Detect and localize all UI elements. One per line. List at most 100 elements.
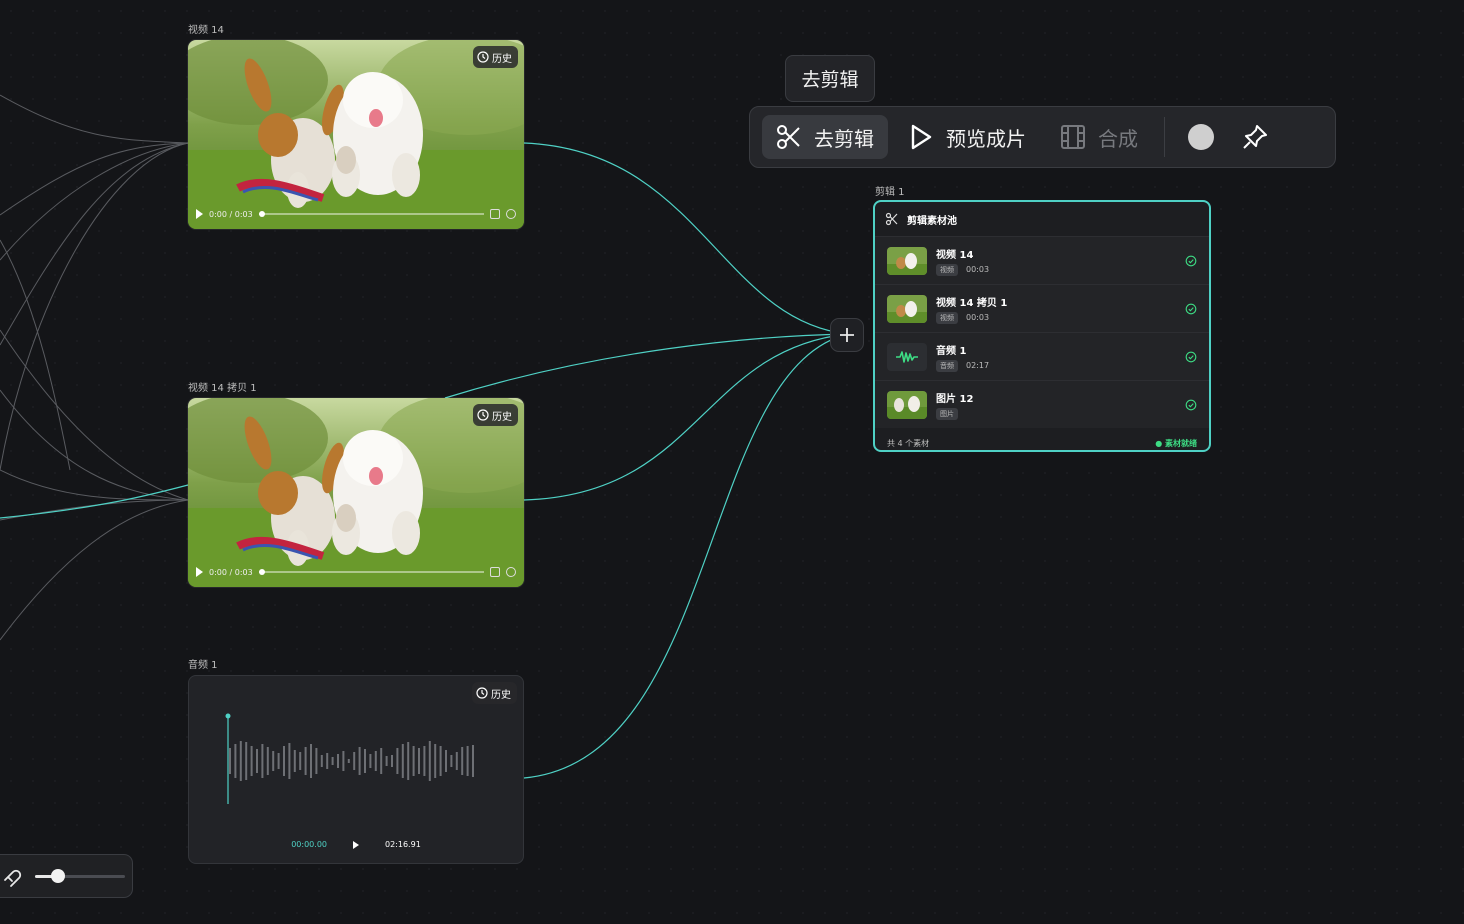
waveform-bar bbox=[401, 744, 404, 778]
video-progress[interactable] bbox=[258, 211, 484, 217]
item-duration: 02:17 bbox=[966, 361, 990, 370]
waveform-bar bbox=[423, 746, 426, 776]
magnet-icon[interactable] bbox=[1, 866, 23, 888]
list-item[interactable]: 音频 1 音频 02:17 bbox=[875, 332, 1209, 380]
item-name: 视频 14 拷贝 1 bbox=[936, 297, 1008, 309]
mute-icon[interactable] bbox=[490, 209, 500, 219]
history-icon bbox=[477, 51, 489, 63]
waveform-bar bbox=[455, 752, 458, 770]
preview-button[interactable]: 预览成片 bbox=[894, 115, 1040, 159]
film-icon bbox=[1061, 125, 1085, 149]
waveform-bar bbox=[396, 748, 399, 774]
waveform-bar bbox=[407, 742, 410, 780]
audio-current-time: 00:00.00 bbox=[291, 840, 327, 849]
waveform-bar bbox=[337, 754, 339, 768]
waveform-bar bbox=[364, 749, 366, 773]
waveform-bar bbox=[283, 746, 285, 776]
waveform-bar bbox=[304, 747, 307, 775]
item-name: 视频 14 bbox=[936, 249, 974, 261]
check-circle-icon bbox=[1185, 303, 1197, 314]
scissors-icon bbox=[777, 125, 800, 149]
preview-label: 预览成片 bbox=[946, 126, 1026, 151]
waveform-bar bbox=[315, 748, 318, 774]
history-label: 历史 bbox=[492, 411, 512, 423]
compose-button[interactable]: 合成 bbox=[1046, 115, 1152, 159]
video-controls: 0:00 / 0:03 bbox=[196, 565, 516, 579]
waveform-bar bbox=[272, 751, 275, 771]
color-button[interactable] bbox=[1177, 115, 1225, 159]
video-progress[interactable] bbox=[258, 569, 484, 575]
pin-button[interactable] bbox=[1231, 115, 1279, 159]
zoom-slider[interactable] bbox=[35, 869, 125, 883]
camera-icon[interactable] bbox=[506, 209, 516, 219]
list-item[interactable]: 视频 14 视频 00:03 bbox=[875, 236, 1209, 284]
history-button[interactable]: 历史 bbox=[473, 46, 518, 68]
waveform-bar bbox=[331, 757, 334, 765]
waveform-icon bbox=[896, 350, 918, 363]
go-edit-label: 去剪辑 bbox=[814, 126, 874, 151]
edit-tooltip: 去剪辑 bbox=[785, 55, 875, 102]
play-icon[interactable] bbox=[196, 567, 203, 577]
go-edit-button[interactable]: 去剪辑 bbox=[762, 115, 888, 159]
pin-icon bbox=[1243, 125, 1267, 149]
waveform-bar bbox=[380, 748, 383, 774]
plus-icon bbox=[840, 328, 854, 342]
waveform-bar bbox=[256, 749, 258, 773]
audio-play-icon[interactable] bbox=[353, 840, 359, 849]
audio-node[interactable]: 历史 00:00.00 02:16.91 bbox=[188, 675, 524, 864]
check-circle-icon bbox=[1185, 351, 1197, 362]
audio-waveform[interactable] bbox=[189, 706, 525, 836]
list-item[interactable]: 图片 12 图片 bbox=[875, 380, 1209, 428]
waveform-bar bbox=[353, 752, 356, 770]
video-thumbnail-image bbox=[188, 40, 524, 229]
scissors-icon bbox=[885, 212, 898, 226]
waveform-bar bbox=[229, 748, 231, 774]
node-label-audio: 音频 1 bbox=[188, 660, 218, 671]
camera-icon[interactable] bbox=[506, 567, 516, 577]
zoom-slider-handle[interactable] bbox=[50, 869, 65, 883]
item-name: 音频 1 bbox=[936, 345, 967, 357]
pool-status: ● 素材就绪 bbox=[1155, 438, 1197, 448]
waveform-bar bbox=[374, 751, 377, 771]
item-type-tag: 音频 bbox=[936, 359, 958, 372]
waveform-bar bbox=[347, 759, 350, 763]
item-duration: 00:03 bbox=[966, 265, 990, 274]
waveform-bar bbox=[326, 753, 329, 769]
history-icon bbox=[476, 687, 488, 699]
zoom-control bbox=[0, 854, 133, 898]
video-controls: 0:00 / 0:03 bbox=[196, 207, 516, 221]
waveform-bar bbox=[428, 741, 431, 781]
waveform-bar bbox=[450, 755, 453, 767]
waveform-bar bbox=[461, 747, 464, 775]
waveform-bar bbox=[391, 755, 393, 767]
waveform-bar bbox=[234, 744, 237, 778]
waveform-bar bbox=[266, 747, 269, 775]
item-duration: 00:03 bbox=[966, 313, 990, 322]
item-type-tag: 视频 bbox=[936, 311, 958, 324]
check-circle-icon bbox=[1185, 399, 1197, 410]
add-input-handle[interactable] bbox=[830, 318, 864, 352]
waveform-bar bbox=[434, 744, 437, 778]
list-item[interactable]: 视频 14 拷贝 1 视频 00:03 bbox=[875, 284, 1209, 332]
audio-total-time: 02:16.91 bbox=[385, 840, 421, 849]
history-button[interactable]: 历史 bbox=[472, 682, 517, 704]
pool-title: 剪辑素材池 bbox=[907, 215, 957, 227]
waveform-bar bbox=[472, 745, 474, 777]
waveform-bar bbox=[250, 746, 253, 776]
play-icon[interactable] bbox=[196, 209, 203, 219]
clip-pool-node[interactable]: 剪辑素材池 视频 14 视频 00:03 视频 14 拷贝 1 视频 00:03 音… bbox=[873, 200, 1211, 452]
video-node-1[interactable]: 历史 0:00 / 0:03 bbox=[188, 40, 524, 229]
history-button[interactable]: 历史 bbox=[473, 404, 518, 426]
item-type-tag: 图片 bbox=[936, 407, 958, 420]
video-node-2[interactable]: 历史 0:00 / 0:03 bbox=[188, 398, 524, 587]
pool-footer: 共 4 个素材 ● 素材就绪 bbox=[875, 428, 1209, 450]
waveform-bar bbox=[261, 744, 264, 778]
waveform-bar bbox=[310, 744, 312, 778]
compose-label: 合成 bbox=[1098, 126, 1138, 151]
mute-icon[interactable] bbox=[490, 567, 500, 577]
waveform-bar bbox=[277, 753, 280, 769]
node-toolbar: 去剪辑 预览成片 合成 bbox=[749, 106, 1336, 168]
play-icon bbox=[911, 124, 932, 150]
waveform-bar bbox=[293, 750, 296, 772]
node-label-pool: 剪辑 1 bbox=[875, 187, 905, 198]
